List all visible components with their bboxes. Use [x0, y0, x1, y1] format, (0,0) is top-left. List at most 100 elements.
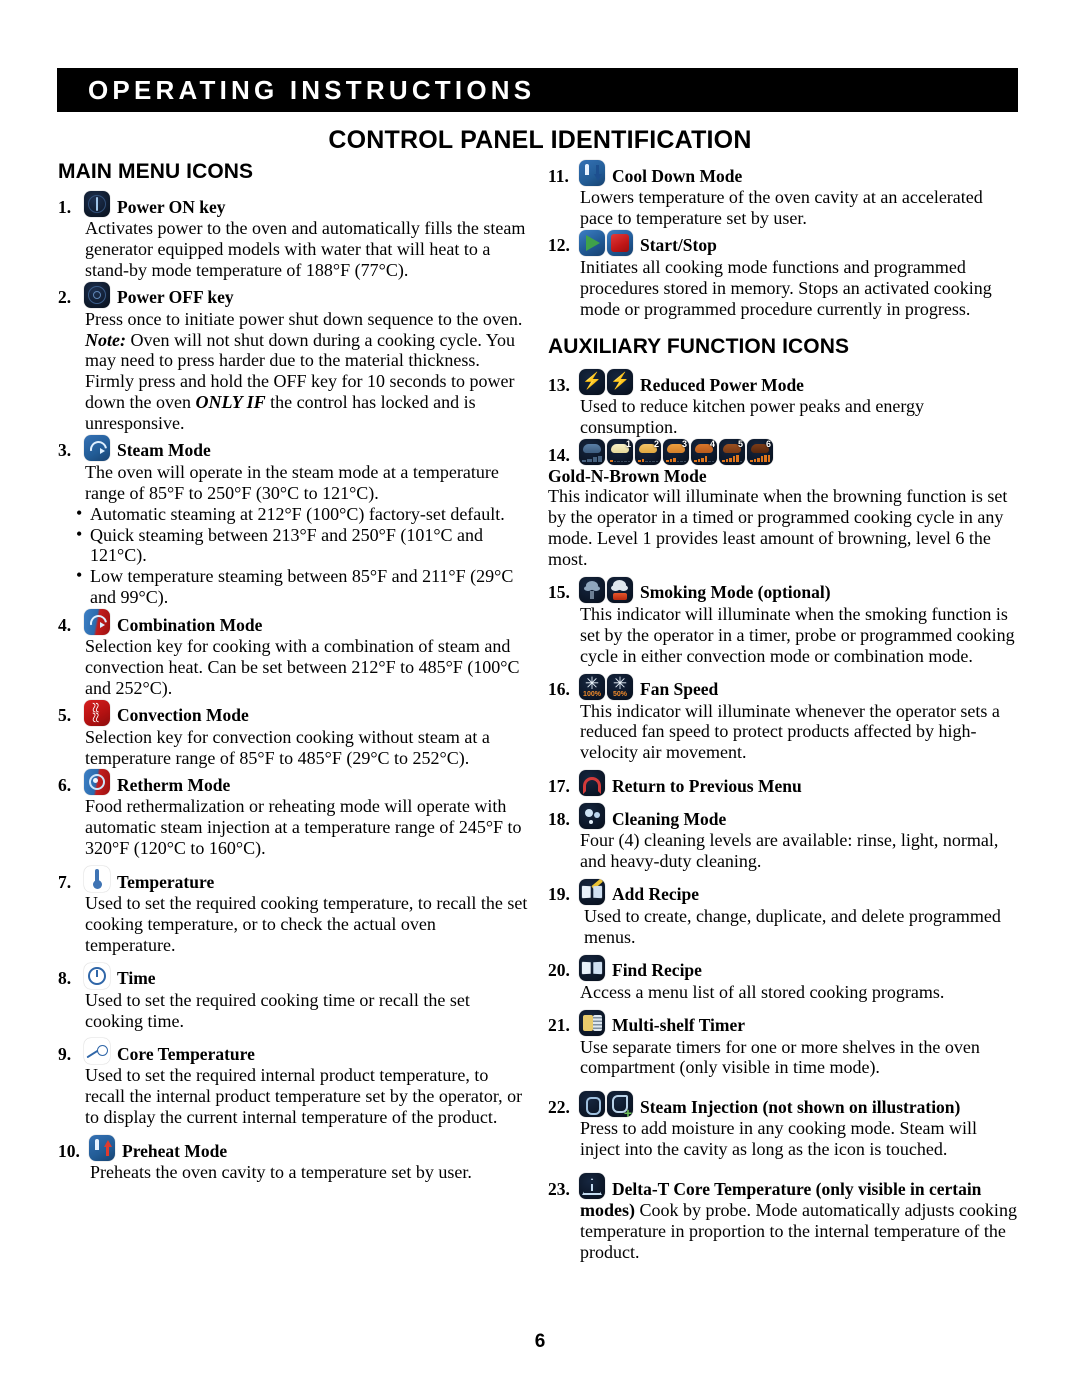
entry-return-to-previous-menu: 17. Return to Previous Menu: [548, 770, 1020, 797]
level-number: 6: [765, 439, 771, 450]
entry-body: Use separate timers for one or more shel…: [580, 1036, 980, 1078]
entry-head: 15. Smoking Mode (optional): [548, 576, 1020, 603]
entry-label: Fan Speed: [640, 679, 719, 700]
right-column: 11. Cool Down Mode Lowers temperature of…: [548, 160, 1020, 1264]
level-number: 1: [625, 439, 631, 450]
combination-mode-icon: [84, 609, 110, 635]
entry-label: Core Temperature: [117, 1043, 255, 1064]
entry-label: Cool Down Mode: [612, 165, 743, 186]
entry-body: The oven will operate in the steam mode …: [85, 461, 499, 503]
entry-number: 15.: [548, 582, 570, 603]
cool-down-mode-icon: [579, 160, 605, 186]
entry-body: Access a menu list of all stored cooking…: [580, 981, 945, 1002]
entry-body: Selection key for convection cooking wit…: [85, 726, 490, 768]
entry-preheat-mode: 10. Preheat Mode Preheats the oven cavit…: [58, 1135, 528, 1183]
entry-number: 11.: [548, 165, 569, 186]
entry-combination-mode: 4. Combination Mode Selection key for co…: [58, 609, 528, 699]
gold-n-brown-level-2-icon: 2: [635, 439, 661, 466]
add-recipe-icon: [579, 878, 605, 905]
entry-label: Smoking Mode (optional): [640, 582, 831, 603]
entry-head: 18. Cleaning Mode: [548, 803, 1020, 830]
entry-head: 22. Steam Injection (not shown on illust…: [548, 1091, 1020, 1118]
level-number: 5: [737, 439, 743, 450]
entry-label-continued: modes): [580, 1200, 635, 1221]
entry-body: Used to create, change, duplicate, and d…: [584, 905, 1001, 947]
entry-number: 13.: [548, 374, 570, 395]
auxiliary-function-icons-heading: AUXILIARY FUNCTION ICONS: [548, 335, 850, 359]
stop-icon: [607, 229, 633, 256]
main-menu-icons-heading: MAIN MENU ICONS: [58, 160, 254, 183]
entry-label: Time: [117, 968, 156, 989]
entry-head: 20. Find Recipe: [548, 954, 1020, 981]
steam-injection-add-icon: [607, 1091, 633, 1118]
entry-number: 2.: [58, 287, 72, 308]
entry-head: 11. Cool Down Mode: [548, 160, 1020, 186]
entry-label: Preheat Mode: [122, 1140, 228, 1161]
smoking-mode-off-icon: [579, 576, 605, 603]
entry-start-stop: 12. Start/Stop Initiates all cooking mod…: [548, 229, 1020, 320]
gold-n-brown-icon-row: 1 2 3 4 5 6: [579, 439, 775, 466]
entry-body: Press once to initiate power shut down s…: [85, 309, 528, 434]
entry-number: 14.: [548, 444, 570, 465]
entry-body: This indicator will illuminate when the …: [548, 486, 1008, 570]
reduced-power-off-icon: [579, 369, 605, 396]
level-number: 3: [681, 439, 687, 450]
entry-label: Power ON key: [117, 196, 226, 217]
temperature-icon: [84, 866, 110, 892]
left-column: MAIN MENU ICONS 1. Power ON key Activate…: [58, 160, 528, 1184]
smoking-mode-on-icon: [607, 576, 633, 603]
entry-number: 20.: [548, 960, 570, 981]
entry-head: 2. Power OFF key: [58, 281, 528, 308]
page-title: CONTROL PANEL IDENTIFICATION: [328, 126, 752, 154]
entry-retherm-mode: 6. Retherm Mode Food rethermalization or…: [58, 769, 528, 859]
fan-speed-half-icon: 50%: [607, 673, 633, 700]
gold-n-brown-level-6-icon: 6: [747, 439, 773, 466]
entry-number: 1.: [58, 196, 72, 217]
entry-number: 19.: [548, 884, 570, 905]
entry-label: Combination Mode: [117, 614, 263, 635]
entry-label: Steam Mode: [117, 440, 211, 461]
entry-smoking-mode: 15. Smoking Mode (optional) This indicat…: [548, 576, 1020, 667]
entry-delta-t-core-temperature: 23. Delta-T Core Temperature (only visib…: [548, 1173, 1020, 1263]
entry-cleaning-mode: 18. Cleaning Mode Four (4) cleaning leve…: [548, 803, 1020, 872]
retherm-mode-icon: [84, 769, 110, 796]
entry-body: Lowers temperature of the oven cavity at…: [580, 187, 983, 228]
entry-power-off: 2. Power OFF key Press once to initiate …: [58, 281, 528, 434]
entry-core-temperature: 9. Core Temperature Used to set the requ…: [58, 1038, 528, 1128]
list-item: Automatic steaming at 212°F (100°C) fact…: [76, 503, 528, 525]
start-icon: [579, 229, 605, 256]
entry-label: Add Recipe: [612, 884, 700, 905]
list-item: Quick steaming between 213°F and 250°F (…: [76, 524, 528, 567]
entry-time: 8. Time Used to set the required cooking…: [58, 962, 528, 1032]
entry-head: 10. Preheat Mode: [58, 1135, 528, 1161]
entry-body: Used to set the required cooking time or…: [85, 989, 470, 1031]
entry-head: 7. Temperature: [58, 866, 528, 892]
entry-body: Food rethermalization or reheating mode …: [85, 796, 522, 859]
entry-steam-injection: 22. Steam Injection (not shown on illust…: [548, 1091, 1020, 1160]
entry-number: 18.: [548, 808, 570, 829]
time-icon: [84, 962, 110, 989]
entry-label: Retherm Mode: [117, 774, 231, 795]
entry-convection-mode: 5. Convection Mode Selection key for con…: [58, 699, 528, 769]
entry-label: Temperature: [117, 871, 215, 892]
body-part-1: Press once to initiate power shut down s…: [85, 308, 523, 329]
delta-t-core-temperature-icon: [579, 1173, 605, 1200]
entry-steam-mode: 3. Steam Mode The oven will operate in t…: [58, 434, 528, 608]
entry-body: Preheats the oven cavity to a temperatur…: [90, 1162, 472, 1182]
entry-find-recipe: 20. Find Recipe Access a menu list of al…: [548, 954, 1020, 1003]
entry-label: Convection Mode: [117, 705, 249, 726]
entry-head: 9. Core Temperature: [58, 1038, 528, 1065]
entry-number: 6.: [58, 774, 72, 795]
entry-number: 3.: [58, 440, 72, 461]
list-item: Low temperature steaming between 85°F an…: [76, 565, 528, 608]
entry-head: 12. Start/Stop: [548, 229, 1020, 256]
gold-n-brown-level-1-icon: 1: [607, 439, 633, 466]
entry-label: Find Recipe: [612, 960, 702, 981]
entry-number: 10.: [58, 1140, 80, 1161]
steam-mode-icon: [84, 434, 110, 461]
entry-head: 4. Combination Mode: [58, 609, 528, 635]
body-text: Cook by probe. Mode automatically adjust…: [580, 1200, 1017, 1262]
entry-number: 12.: [548, 235, 570, 256]
entry-head: 13. Reduced Power Mode: [548, 369, 1020, 396]
gold-n-brown-level-4-icon: 4: [691, 439, 717, 466]
